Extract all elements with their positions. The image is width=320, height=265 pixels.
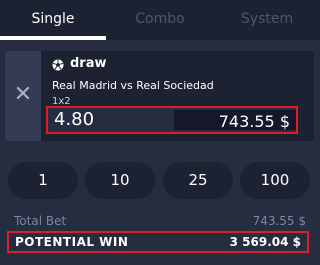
total-bet-label: Total Bet bbox=[14, 214, 67, 228]
potential-win-label: POTENTIAL WIN bbox=[15, 235, 129, 249]
soccer-ball-icon bbox=[52, 59, 64, 71]
stake-input[interactable]: 743.55 $ bbox=[174, 110, 296, 131]
remove-bet-button[interactable]: ✕ bbox=[5, 51, 41, 141]
match-name: Real Madrid vs Real Sociedad bbox=[52, 79, 214, 92]
quick-stake-button-25[interactable]: 25 bbox=[163, 162, 233, 199]
quick-stake-button-10[interactable]: 10 bbox=[85, 162, 155, 199]
odds-value: 4.80 bbox=[54, 109, 95, 130]
bet-type-tabs: Single Combo System bbox=[0, 0, 320, 40]
stake-value[interactable]: 743.55 $ bbox=[219, 110, 290, 134]
potential-win-row: POTENTIAL WIN 3 569.04 $ bbox=[7, 231, 309, 253]
total-bet-value: 743.55 $ bbox=[252, 214, 306, 228]
odds-stake-row: 4.80 743.55 $ bbox=[46, 106, 298, 134]
bet-selection: draw bbox=[70, 56, 107, 71]
tab-single[interactable]: Single bbox=[0, 0, 106, 38]
potential-win-value: 3 569.04 $ bbox=[229, 235, 301, 249]
tab-system[interactable]: System bbox=[214, 0, 320, 38]
tab-combo[interactable]: Combo bbox=[106, 0, 214, 38]
active-tab-indicator bbox=[0, 36, 106, 40]
close-icon[interactable]: ✕ bbox=[5, 51, 41, 141]
quick-stake-button-100[interactable]: 100 bbox=[240, 162, 310, 199]
quick-stake-button-1[interactable]: 1 bbox=[8, 162, 78, 199]
